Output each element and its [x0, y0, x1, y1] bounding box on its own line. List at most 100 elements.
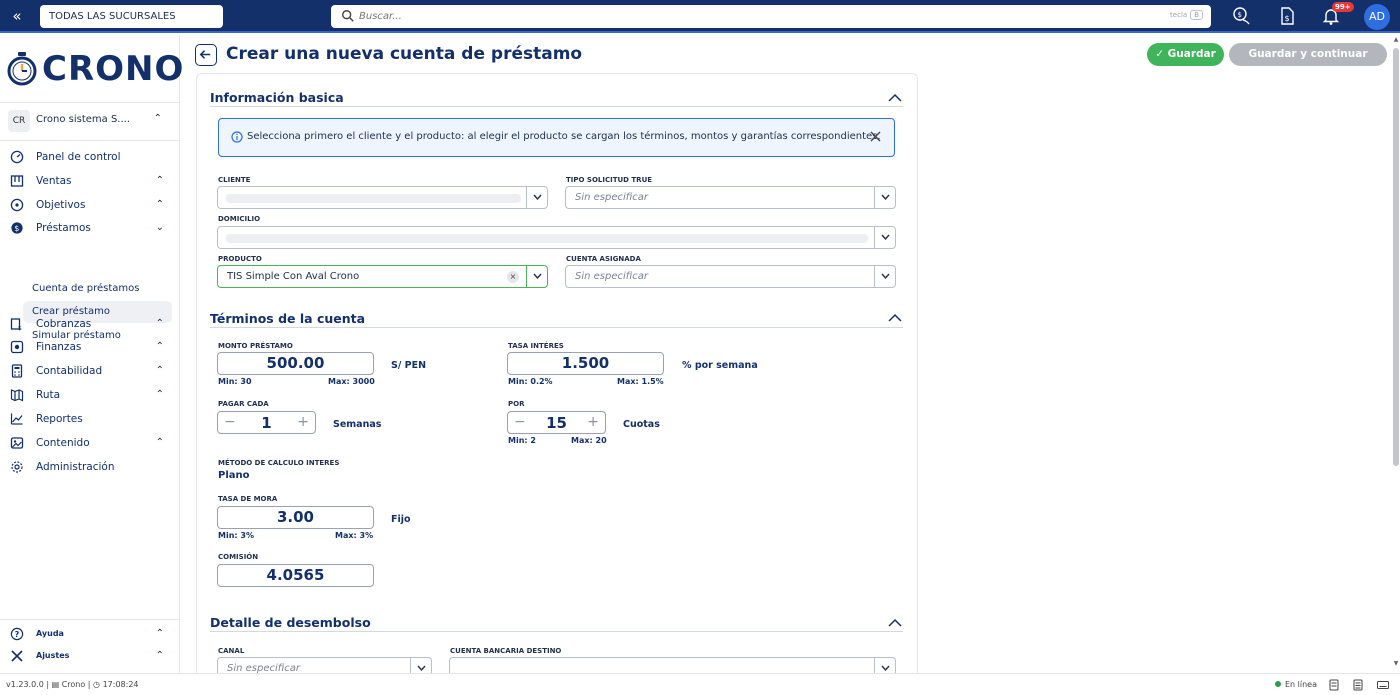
status-info: v1.23.0.0 | ▤ Crono | ◷ 17:08:24 — [6, 680, 139, 689]
sidebar-item-label: Contabilidad — [36, 365, 103, 377]
tipo-solicitud-label: TIPO SOLICITUD TRUE — [566, 176, 653, 184]
tipo-solicitud-select[interactable]: Sin especificar — [565, 186, 896, 209]
domicilio-select[interactable] — [217, 226, 896, 249]
sidebar-subitem-cuenta-prestamos[interactable]: Cuenta de préstamos — [23, 278, 172, 300]
gear-icon — [11, 461, 23, 473]
database-icon: ▤ — [51, 680, 60, 689]
mora-input[interactable]: 3.00 — [217, 506, 374, 529]
pagar-stepper[interactable]: − 1 + — [217, 411, 316, 434]
por-min: Min: 2 — [508, 436, 536, 445]
company-selector[interactable]: CR Crono sistema S.... ⌃ — [8, 110, 172, 132]
calculator-icon[interactable] — [1328, 679, 1340, 691]
search-input[interactable] — [359, 8, 1059, 25]
scrollbar-thumb[interactable] — [1393, 48, 1399, 466]
chevron-up-icon: ⌃ — [155, 318, 164, 329]
user-avatar[interactable]: AD — [1364, 4, 1390, 30]
chevron-up-icon: ⌃ — [155, 650, 164, 661]
sidebar-item-contabilidad[interactable]: Contabilidad ⌃ — [10, 361, 174, 381]
sidebar-item-finanzas[interactable]: Finanzas ⌃ — [10, 337, 174, 357]
info-alert-text: Selecciona primero el cliente y el produ… — [247, 131, 881, 142]
canal-placeholder: Sin especificar — [227, 663, 300, 673]
sidebar-item-ayuda[interactable]: ? Ayuda ⌃ — [10, 625, 174, 643]
tasa-input[interactable]: 1.500 — [507, 352, 664, 375]
branch-selector[interactable]: TODAS LAS SUCURSALES — [40, 5, 223, 28]
cuenta-asignada-select[interactable]: Sin especificar — [565, 265, 896, 288]
close-icon[interactable] — [869, 130, 882, 143]
sidebar-item-contenido[interactable]: Contenido ⌃ — [10, 433, 174, 453]
document-money-icon[interactable]: $ — [1277, 6, 1297, 26]
cuenta-bancaria-select[interactable] — [449, 657, 896, 673]
dropdown-toggle[interactable] — [874, 658, 895, 673]
comision-input[interactable]: 4.0565 — [217, 564, 374, 587]
sidebar-item-label: Reportes — [36, 413, 83, 425]
chevron-up-icon[interactable] — [887, 617, 903, 629]
notifications-badge: 99+ — [1332, 2, 1354, 12]
cliente-select[interactable] — [217, 186, 548, 209]
sidebar-item-ajustes[interactable]: Ajustes ⌃ — [10, 647, 174, 665]
chevron-up-icon[interactable] — [887, 92, 903, 104]
plus-icon[interactable]: + — [587, 414, 599, 430]
scroll-up-icon[interactable]: ▲ — [1392, 36, 1400, 43]
cuenta-bancaria-label: CUENTA BANCARIA DESTINO — [450, 647, 562, 655]
sidebar-item-panel-control[interactable]: Panel de control — [10, 147, 174, 167]
comision-label: COMISIÓN — [218, 553, 259, 561]
company-name: Crono sistema S.... — [36, 114, 131, 125]
chevron-up-icon: ⌃ — [155, 199, 164, 210]
dropdown-toggle[interactable] — [874, 187, 895, 208]
dropdown-toggle[interactable] — [526, 266, 547, 287]
cliente-label: CLIENTE — [218, 176, 251, 184]
sidebar: CRONO CR Crono sistema S.... ⌃ Panel de … — [0, 35, 183, 673]
plus-icon[interactable]: + — [297, 414, 309, 430]
page-scrollbar[interactable]: ▲ ▼ — [1392, 36, 1400, 673]
canal-label: CANAL — [218, 647, 245, 655]
tasa-min: Min: 0.2% — [508, 377, 553, 386]
sidebar-item-cobranzas[interactable]: $ Cobranzas ⌃ — [10, 314, 174, 334]
loan-icon: $ — [11, 222, 23, 234]
chevron-down-icon — [881, 194, 890, 200]
sidebar-item-ventas[interactable]: Ventas ⌃ — [10, 171, 174, 191]
sidebar-item-reportes[interactable]: Reportes — [10, 409, 174, 429]
canal-select[interactable]: Sin especificar — [217, 657, 432, 673]
dropdown-toggle[interactable] — [874, 227, 895, 248]
brand-logo[interactable]: CRONO — [6, 49, 184, 89]
dropdown-toggle[interactable] — [410, 658, 431, 673]
search-box[interactable]: teclaB — [331, 5, 1211, 28]
por-stepper[interactable]: − 15 + — [507, 411, 606, 434]
clear-icon[interactable]: × — [507, 271, 519, 283]
notes-icon[interactable] — [1352, 679, 1364, 691]
producto-select[interactable]: TIS Simple Con Aval Crono × — [217, 265, 548, 288]
save-continue-button[interactable]: Guardar y continuar editando — [1229, 43, 1387, 83]
dropdown-toggle[interactable] — [874, 266, 895, 287]
sidebar-item-label: Ayuda — [36, 629, 64, 638]
por-unit: Cuotas — [623, 419, 660, 430]
monto-max: Max: 3000 — [328, 377, 375, 386]
collapse-sidebar-icon[interactable]: « — [8, 7, 26, 25]
keyboard-icon[interactable] — [1377, 679, 1389, 691]
monto-input[interactable]: 500.00 — [217, 352, 374, 375]
chat-support-icon[interactable]: $ — [1232, 6, 1252, 26]
sidebar-item-objetivos[interactable]: Objetivos ⌃ — [10, 195, 174, 215]
producto-value: TIS Simple Con Aval Crono — [227, 271, 360, 282]
sidebar-item-prestamos[interactable]: $ Préstamos ⌄ — [10, 218, 174, 238]
cuenta-asignada-placeholder: Sin especificar — [575, 271, 648, 282]
help-icon: ? — [10, 627, 24, 641]
sidebar-item-ruta[interactable]: Ruta ⌃ — [10, 385, 174, 405]
scroll-down-icon[interactable]: ▼ — [1392, 660, 1400, 667]
metodo-label: MÉTODO DE CALCULO INTERES — [218, 459, 340, 467]
cliente-value-redacted — [226, 194, 521, 203]
svg-text:$: $ — [18, 325, 22, 331]
chevron-down-icon — [881, 273, 890, 279]
status-bar: v1.23.0.0 | ▤ Crono | ◷ 17:08:24 En líne… — [0, 673, 1400, 695]
dropdown-toggle[interactable] — [526, 187, 547, 208]
sidebar-item-label: Contenido — [36, 437, 90, 449]
monto-unit: S/ PEN — [391, 360, 427, 371]
tipo-solicitud-placeholder: Sin especificar — [575, 192, 648, 203]
back-button[interactable] — [195, 44, 217, 66]
chevron-down-icon — [881, 234, 890, 240]
chevron-up-icon[interactable] — [887, 312, 903, 324]
save-button[interactable]: ✓ Guardar — [1147, 43, 1224, 66]
arrow-left-icon — [199, 50, 211, 59]
chevron-up-icon: ⌃ — [155, 341, 164, 352]
chevron-up-icon: ⌃ — [155, 365, 164, 376]
sidebar-item-administracion[interactable]: Administración — [10, 457, 174, 477]
